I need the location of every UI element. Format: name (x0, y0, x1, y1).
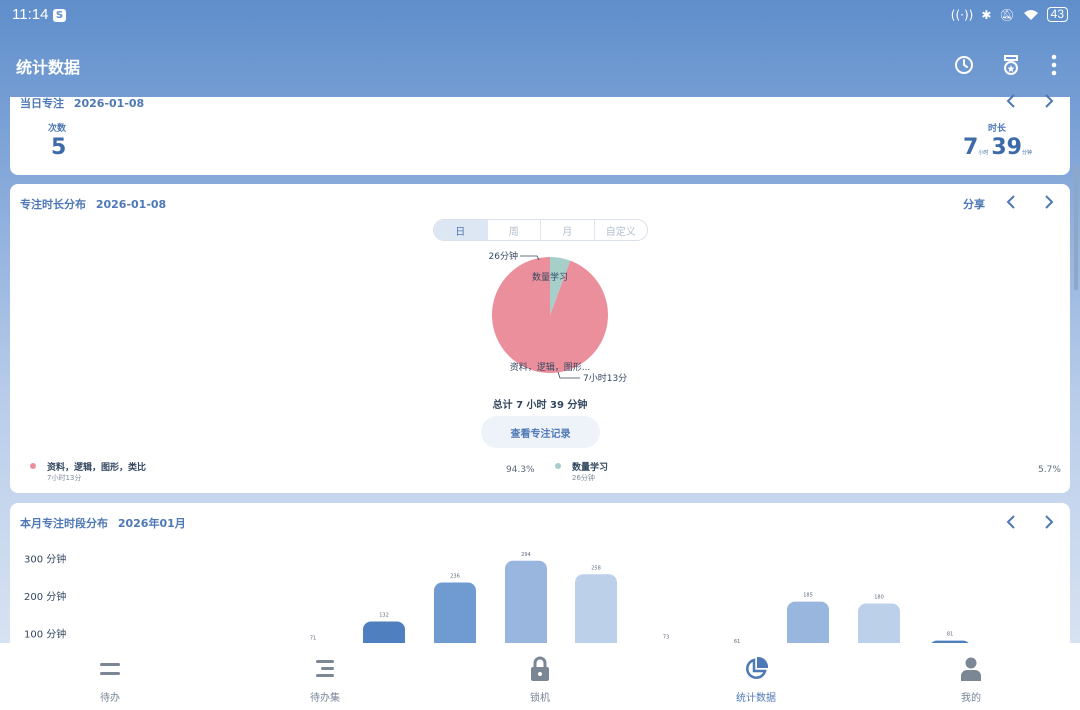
nav-label-todo-collection: 待办集 (310, 693, 340, 704)
nav-label-statistics: 统计数据 (736, 693, 776, 704)
legend-dot-1 (30, 463, 36, 469)
bar-chart: 100 分钟200 分钟300 分钟7113223629425873611851… (24, 552, 971, 653)
more-vertical-icon (1051, 54, 1057, 76)
minutes-unit: 分钟 (1021, 150, 1032, 156)
bar-data-label: 258 (591, 565, 601, 571)
bar-data-label: 294 (521, 552, 531, 558)
monthly-card: 本月专注时段分布 2026年01月 100 分钟 200 分钟 300 分钟 71 13… (10, 503, 1070, 653)
duration-hours: 7 (963, 135, 979, 160)
pie-chart-icon (742, 655, 770, 683)
y-tick-label: 100 分钟 (24, 628, 66, 641)
nav-label-todo: 待办 (100, 693, 120, 704)
chevron-right-icon (1045, 195, 1054, 209)
nav-item-todo-collection[interactable]: 待办集 (265, 643, 385, 710)
legend-name-1: 资料，逻辑，图形，类比 (47, 463, 147, 473)
distribution-date: 2026-01-08 (95, 198, 167, 211)
today-focus-label: 当日专注 (20, 97, 64, 110)
bar-data-label: 132 (379, 613, 389, 619)
app-bar: 统计数据 (0, 40, 1080, 90)
lock-icon (526, 655, 554, 683)
chevron-left-icon (1006, 94, 1015, 108)
nav-item-todo[interactable]: 待办 (50, 643, 170, 710)
legend-duration-2: 26分钟 (572, 474, 595, 482)
history-button[interactable] (949, 50, 979, 80)
chevron-left-icon (1006, 195, 1015, 209)
clock-icon (955, 56, 973, 74)
y-tick-label: 200 分钟 (24, 590, 66, 603)
distribution-title: 专注时长分布 2026-01-08 (20, 196, 166, 212)
legend-name-2: 数量学习 (572, 463, 609, 473)
pie-chart: 资料，逻辑，图形... 数量学习 7小时13分 26分钟 (489, 250, 628, 384)
tab-custom[interactable]: 自定义 (595, 220, 648, 240)
medal-icon (1004, 55, 1018, 75)
bottom-nav: 待办 待办集 锁机 统计数据 我的 (0, 643, 1080, 710)
bar-data-label: 71 (310, 635, 316, 641)
next-day-button[interactable] (1039, 91, 1059, 111)
wifi-icon (1023, 9, 1038, 20)
legend-percent-2: 5.7% (1038, 465, 1061, 475)
more-menu-button[interactable] (1039, 50, 1069, 80)
notification-badge-icon: S (53, 9, 66, 22)
nav-item-statistics[interactable]: 统计数据 (696, 643, 816, 710)
profile-icon (957, 655, 985, 683)
todo-icon (96, 655, 124, 683)
share-button[interactable]: 分享 (963, 196, 985, 212)
nfc-icon: ((·)) (950, 7, 974, 22)
scrollbar[interactable] (1074, 165, 1078, 290)
legend-percent-1: 94.3% (506, 465, 535, 475)
duration-value: 7小时 39分钟 (963, 135, 1032, 160)
tab-week[interactable]: 周 (488, 220, 541, 240)
next-period-button[interactable] (1039, 192, 1059, 212)
distribution-label: 专注时长分布 (20, 198, 86, 211)
bar (505, 560, 547, 653)
duration-minutes: 39 (991, 135, 1022, 160)
today-focus-title: 当日专注 2026-01-08 (20, 95, 144, 111)
legend-dot-2 (555, 463, 561, 469)
bar-data-label: 185 (803, 593, 813, 599)
nav-item-profile[interactable]: 我的 (911, 643, 1031, 710)
y-tick-label: 300 分钟 (24, 553, 66, 566)
todo-collection-icon (311, 655, 339, 683)
bar-data-label: 180 (874, 595, 884, 601)
bar (575, 574, 617, 653)
today-focus-card: 当日专注 2026-01-08 次数 5 时长 7小时 39分钟 (10, 94, 1070, 175)
pie-callout-2: 26分钟 (489, 250, 518, 262)
nav-label-lock: 锁机 (530, 693, 550, 704)
prev-day-button[interactable] (1001, 91, 1021, 111)
mute-icon: 🔕︎ (999, 7, 1015, 22)
bluetooth-icon: ✱ (981, 7, 992, 22)
distribution-card: 专注时长分布 2026-01-08 分享 日 周 月 自定义 资料，逻辑，图形.… (10, 184, 1070, 493)
nav-label-profile: 我的 (961, 693, 981, 704)
status-bar: 11:14 S ((·)) ✱ 🔕︎ 43 (0, 0, 1080, 32)
bar-data-label: 236 (450, 574, 460, 580)
period-tabs: 日 周 月 自定义 (433, 219, 648, 241)
chevron-right-icon (1045, 94, 1054, 108)
page-title: 统计数据 (16, 58, 81, 77)
battery-indicator: 43 (1046, 7, 1068, 22)
achievement-button[interactable] (996, 50, 1026, 80)
count-value: 5 (51, 135, 67, 160)
today-focus-date: 2026-01-08 (73, 97, 145, 110)
status-icons: ((·)) ✱ 🔕︎ 43 (951, 7, 1068, 22)
status-time: 11:14 (12, 6, 49, 23)
view-records-button[interactable]: 查看专注记录 (481, 416, 600, 448)
legend-duration-1: 7小时13分 (47, 474, 82, 482)
pie-slice-label-1: 资料，逻辑，图形... (510, 361, 591, 373)
prev-period-button[interactable] (1001, 192, 1021, 212)
bar-data-label: 81 (947, 632, 953, 638)
pie-slice-label-2: 数量学习 (532, 271, 568, 283)
duration-label: 时长 (988, 124, 1007, 134)
count-label: 次数 (48, 124, 67, 134)
nav-item-lock[interactable]: 锁机 (480, 643, 600, 710)
bar-data-label: 73 (663, 635, 669, 641)
pie-callout-1: 7小时13分 (583, 372, 627, 384)
tab-day[interactable]: 日 (434, 220, 488, 240)
hours-unit: 小时 (978, 150, 989, 156)
total-duration: 总计 7 小时 39 分钟 (492, 400, 588, 411)
tab-month[interactable]: 月 (541, 220, 595, 240)
